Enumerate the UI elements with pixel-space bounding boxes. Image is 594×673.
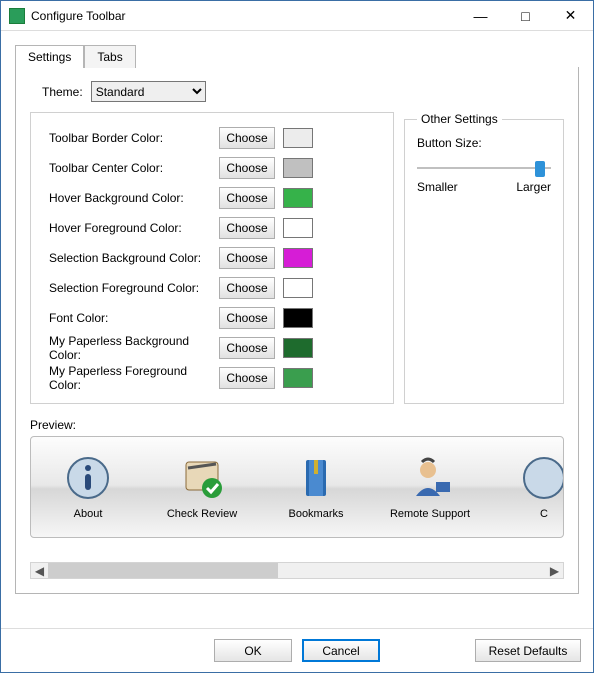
app-icon	[9, 8, 25, 24]
color-row: Hover Background Color:Choose	[49, 183, 381, 213]
book-icon	[292, 454, 340, 502]
color-row: Hover Foreground Color:Choose	[49, 213, 381, 243]
titlebar: Configure Toolbar ― □ ✕	[1, 1, 593, 31]
preview-label: Preview:	[30, 418, 564, 432]
color-swatch	[283, 128, 313, 148]
toolbar-button-label: About	[74, 508, 103, 520]
preview-toolbar: About Check Review Bookmarks Remote Support…	[30, 436, 564, 538]
tab-label: Settings	[28, 50, 71, 64]
color-label: My Paperless Foreground Color:	[49, 364, 219, 392]
theme-label: Theme:	[42, 85, 83, 99]
theme-row: Theme: Standard	[42, 81, 564, 102]
color-swatch	[283, 248, 313, 268]
dialog-footer: OK Cancel Reset Defaults	[1, 628, 593, 672]
color-label: Hover Background Color:	[49, 191, 219, 205]
check-icon	[178, 454, 226, 502]
color-row: Toolbar Border Color:Choose	[49, 123, 381, 153]
toolbar-button[interactable]: Remote Support	[373, 437, 487, 537]
choose-color-button[interactable]: Choose	[219, 247, 275, 269]
button-label: Cancel	[322, 644, 359, 658]
choose-color-button[interactable]: Choose	[219, 157, 275, 179]
content-area: Settings Tabs Theme: Standard Toolbar Bo…	[1, 31, 593, 628]
choose-color-button[interactable]: Choose	[219, 307, 275, 329]
ok-button[interactable]: OK	[214, 639, 292, 662]
color-label: Font Color:	[49, 311, 219, 325]
button-size-label: Button Size:	[417, 136, 551, 150]
color-label: Hover Foreground Color:	[49, 221, 219, 235]
toolbar-button-label: C	[540, 508, 548, 520]
toolbar-button[interactable]: C	[487, 437, 564, 537]
choose-color-button[interactable]: Choose	[219, 127, 275, 149]
tabstrip: Settings Tabs	[15, 45, 579, 68]
preview-scrollbar[interactable]: ◀ ▶	[30, 562, 564, 579]
choose-color-button[interactable]: Choose	[219, 277, 275, 299]
scroll-right-arrow[interactable]: ▶	[546, 563, 563, 578]
slider-max-label: Larger	[516, 180, 551, 194]
choose-color-button[interactable]: Choose	[219, 187, 275, 209]
tab-label: Tabs	[97, 50, 122, 64]
toolbar-button[interactable]: Check Review	[145, 437, 259, 537]
button-size-slider-wrap: Smaller Larger	[417, 158, 551, 194]
theme-select[interactable]: Standard	[91, 81, 206, 102]
scroll-thumb[interactable]	[48, 563, 278, 578]
slider-min-label: Smaller	[417, 180, 458, 194]
slider-labels: Smaller Larger	[417, 180, 551, 194]
settings-columns: Toolbar Border Color:ChooseToolbar Cente…	[30, 112, 564, 404]
color-swatch	[283, 218, 313, 238]
tab-tabs[interactable]: Tabs	[84, 45, 135, 68]
color-swatch	[283, 308, 313, 328]
color-label: Toolbar Border Color:	[49, 131, 219, 145]
choose-color-button[interactable]: Choose	[219, 367, 275, 389]
color-row: Font Color:Choose	[49, 303, 381, 333]
tab-panel-settings: Theme: Standard Toolbar Border Color:Cho…	[15, 67, 579, 594]
color-row: My Paperless Foreground Color:Choose	[49, 363, 381, 393]
color-row: Toolbar Center Color:Choose	[49, 153, 381, 183]
color-swatch	[283, 368, 313, 388]
colors-group: Toolbar Border Color:ChooseToolbar Cente…	[30, 112, 394, 404]
choose-color-button[interactable]: Choose	[219, 337, 275, 359]
maximize-button[interactable]: □	[503, 1, 548, 30]
slider-thumb[interactable]	[535, 161, 545, 177]
toolbar-button-label: Check Review	[167, 508, 237, 520]
circle-icon	[520, 454, 564, 502]
color-row: My Paperless Background Color:Choose	[49, 333, 381, 363]
dialog-window: Configure Toolbar ― □ ✕ Settings Tabs Th…	[0, 0, 594, 673]
color-swatch	[283, 278, 313, 298]
color-label: Toolbar Center Color:	[49, 161, 219, 175]
toolbar-button[interactable]: Bookmarks	[259, 437, 373, 537]
other-settings-group: Other Settings Button Size: Smaller Larg…	[404, 112, 564, 404]
tab-settings[interactable]: Settings	[15, 45, 84, 68]
cancel-button[interactable]: Cancel	[302, 639, 380, 662]
toolbar-button-label: Bookmarks	[288, 508, 343, 520]
choose-color-button[interactable]: Choose	[219, 217, 275, 239]
color-row: Selection Background Color:Choose	[49, 243, 381, 273]
minimize-button[interactable]: ―	[458, 1, 503, 30]
other-settings-legend: Other Settings	[417, 112, 502, 126]
color-label: Selection Foreground Color:	[49, 281, 219, 295]
color-swatch	[283, 188, 313, 208]
color-swatch	[283, 158, 313, 178]
color-label: My Paperless Background Color:	[49, 334, 219, 362]
toolbar-button[interactable]: About	[31, 437, 145, 537]
reset-defaults-button[interactable]: Reset Defaults	[475, 639, 581, 662]
window-title: Configure Toolbar	[31, 9, 458, 23]
color-row: Selection Foreground Color:Choose	[49, 273, 381, 303]
info-icon	[64, 454, 112, 502]
toolbar-button-label: Remote Support	[390, 508, 470, 520]
button-label: OK	[244, 644, 261, 658]
color-swatch	[283, 338, 313, 358]
close-button[interactable]: ✕	[548, 1, 593, 30]
color-label: Selection Background Color:	[49, 251, 219, 265]
person-icon	[406, 454, 454, 502]
button-size-slider[interactable]	[417, 158, 551, 178]
scroll-left-arrow[interactable]: ◀	[31, 563, 48, 578]
button-label: Reset Defaults	[489, 644, 568, 658]
slider-track	[417, 167, 551, 169]
